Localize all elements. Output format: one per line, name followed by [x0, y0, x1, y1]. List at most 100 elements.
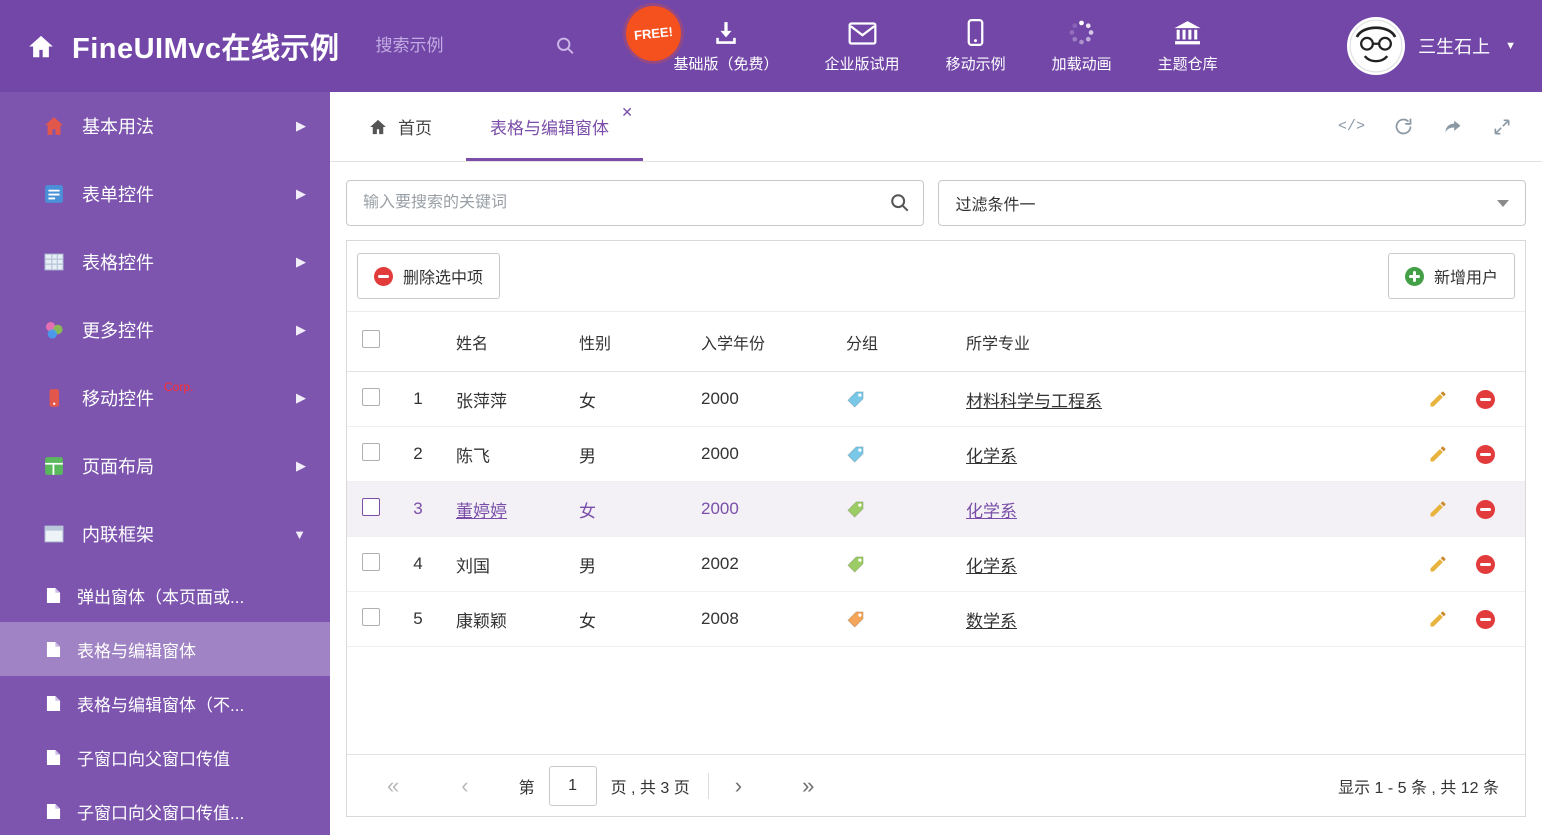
table-body: 1 张萍萍 女 2000 材料科学与工程系 2 陈飞 男 2000 化学系 3 …	[347, 372, 1525, 647]
column-header[interactable]: 所学专业	[951, 330, 1415, 354]
loading-icon	[1068, 18, 1095, 46]
sidebar-item-form-controls[interactable]: 表单控件 ▶	[0, 160, 330, 228]
tab-home[interactable]: 首页	[346, 92, 454, 161]
sidebar-item-inline-frame[interactable]: 内联框架 ▼	[0, 500, 330, 568]
table-row[interactable]: 5 康颖颖 女 2008 数学系	[347, 592, 1525, 647]
row-checkbox[interactable]	[362, 607, 380, 626]
nav-theme-store[interactable]: 主题仓库	[1158, 18, 1218, 74]
cell-name: 康颖颖	[456, 611, 507, 631]
major-link[interactable]: 化学系	[966, 557, 1017, 576]
edit-icon[interactable]	[1428, 389, 1448, 409]
keyword-search-input[interactable]	[347, 194, 924, 212]
button-label: 删除选中项	[403, 270, 484, 287]
table-header: 姓名 性别 入学年份 分组 所学专业	[347, 312, 1525, 372]
sidebar-subitem[interactable]: 子窗口向父窗口传值...	[0, 784, 330, 835]
cell-gender: 女	[579, 501, 596, 521]
table-row[interactable]: 3 董婷婷 女 2000 化学系	[347, 482, 1525, 537]
column-header[interactable]: 性别	[564, 330, 686, 354]
row-checkbox[interactable]	[362, 497, 380, 516]
edit-icon[interactable]	[1428, 554, 1448, 574]
mobile-icon	[967, 18, 984, 46]
sidebar-item-label: 页面布局	[82, 457, 154, 477]
column-header[interactable]: 姓名	[441, 330, 564, 354]
row-number: 4	[413, 554, 423, 573]
sidebar-item-label: 更多控件	[82, 321, 154, 341]
expand-icon[interactable]	[1492, 117, 1512, 137]
major-link[interactable]: 材料科学与工程系	[966, 392, 1102, 411]
sidebar-submenu: 弹出窗体（本页面或... 表格与编辑窗体 表格与编辑窗体（不... 子窗口向父窗…	[0, 568, 330, 835]
sidebar-item-more-controls[interactable]: 更多控件 ▶	[0, 296, 330, 364]
record-summary: 显示 1 - 5 条 , 共 12 条	[1338, 779, 1499, 797]
delete-selected-button[interactable]: 删除选中项	[357, 253, 501, 299]
sidebar-item-basic-usage[interactable]: 基本用法 ▶	[0, 92, 330, 160]
grid-panel: 删除选中项 新增用户 姓名 性别 入学年份 分组 所学专业 1 张萍萍 女 20…	[346, 240, 1526, 817]
first-page-button[interactable]: «	[387, 774, 399, 797]
add-user-button[interactable]: 新增用户	[1387, 253, 1515, 299]
search-icon[interactable]	[555, 36, 576, 57]
share-icon[interactable]	[1442, 117, 1464, 136]
row-checkbox[interactable]	[362, 387, 380, 406]
table-row[interactable]: 1 张萍萍 女 2000 材料科学与工程系	[347, 372, 1525, 427]
page-number-input[interactable]	[548, 765, 597, 806]
nav-enterprise-trial[interactable]: 企业版试用	[825, 18, 900, 74]
cell-year: 2008	[701, 609, 739, 628]
plus-circle-icon	[1404, 266, 1424, 286]
sidebar-item-mobile-controls[interactable]: 移动控件 Corp. ▶	[0, 364, 330, 432]
next-page-button[interactable]: ›	[735, 774, 742, 797]
last-page-button[interactable]: »	[802, 774, 814, 797]
table-icon	[44, 252, 64, 272]
code-icon[interactable]: </>	[1338, 118, 1365, 135]
major-link[interactable]: 数学系	[966, 612, 1017, 631]
prev-page-button[interactable]: ‹	[461, 774, 468, 797]
sidebar-subitem[interactable]: 子窗口向父窗口传值	[0, 730, 330, 784]
divider	[707, 772, 709, 799]
filter-dropdown-value: 过滤条件一	[955, 197, 1036, 214]
cell-name: 陈飞	[456, 446, 490, 466]
edit-icon[interactable]	[1428, 444, 1448, 464]
delete-icon[interactable]	[1476, 389, 1495, 409]
sidebar-subitem[interactable]: 弹出窗体（本页面或...	[0, 568, 330, 622]
column-header[interactable]: 入学年份	[686, 330, 831, 354]
table-row[interactable]: 2 陈飞 男 2000 化学系	[347, 427, 1525, 482]
table-row[interactable]: 4 刘国 男 2002 化学系	[347, 537, 1525, 592]
select-all-checkbox[interactable]	[362, 330, 380, 348]
sidebar-item-label: 移动控件	[82, 389, 154, 409]
row-checkbox[interactable]	[362, 552, 380, 571]
row-checkbox[interactable]	[362, 442, 380, 461]
tab-bar: 首页 表格与编辑窗体 ✕ </>	[330, 92, 1542, 162]
tab-grid-edit-window[interactable]: 表格与编辑窗体 ✕	[466, 92, 643, 161]
home-icon	[44, 116, 64, 136]
header: FineUIMvc在线示例 FREE! 基础版（免费） 企业版试用	[0, 0, 1542, 92]
nav-mobile-demo[interactable]: 移动示例	[946, 18, 1006, 74]
sidebar-item-table-controls[interactable]: 表格控件 ▶	[0, 228, 330, 296]
sidebar-subitem[interactable]: 表格与编辑窗体	[0, 622, 330, 676]
delete-icon[interactable]	[1476, 554, 1495, 574]
brand[interactable]: FineUIMvc在线示例	[0, 25, 340, 67]
sidebar-item-page-layout[interactable]: 页面布局 ▶	[0, 432, 330, 500]
delete-icon[interactable]	[1476, 609, 1495, 629]
cell-year: 2000	[701, 444, 739, 463]
user-menu[interactable]: 三生石上 ▼	[1347, 17, 1542, 75]
page-prefix: 第	[518, 779, 535, 797]
major-link[interactable]: 化学系	[966, 447, 1017, 466]
cell-gender: 女	[579, 611, 596, 631]
sidebar-item-label: 表单控件	[82, 185, 154, 205]
edit-icon[interactable]	[1428, 609, 1448, 629]
delete-icon[interactable]	[1476, 499, 1495, 519]
header-search-input[interactable]	[373, 30, 578, 62]
delete-icon[interactable]	[1476, 444, 1495, 464]
refresh-icon[interactable]	[1393, 116, 1414, 137]
chevron-right-icon: ▶	[296, 118, 306, 133]
filter-dropdown[interactable]: 过滤条件一	[938, 180, 1526, 226]
column-header[interactable]: 分组	[831, 330, 951, 354]
major-link[interactable]: 化学系	[966, 502, 1017, 521]
search-icon[interactable]	[889, 192, 911, 214]
edit-icon[interactable]	[1428, 499, 1448, 519]
close-icon[interactable]: ✕	[621, 104, 633, 121]
nav-loading-animation[interactable]: 加载动画	[1052, 18, 1112, 74]
nav-basic-free[interactable]: FREE! 基础版（免费）	[622, 3, 779, 74]
home-icon	[368, 118, 388, 136]
download-icon	[713, 18, 739, 46]
tab-label: 表格与编辑窗体	[490, 119, 609, 138]
sidebar-subitem[interactable]: 表格与编辑窗体（不...	[0, 676, 330, 730]
